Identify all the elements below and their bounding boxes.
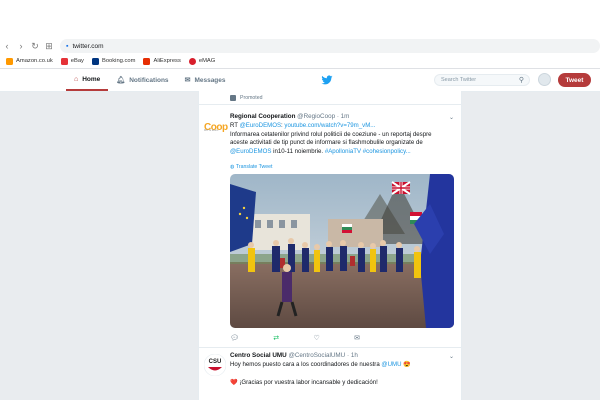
tweet-text: ❤️ ¡Gracias por vuestra labor incansable… xyxy=(230,379,378,386)
tab-messages[interactable]: ✉ Messages xyxy=(177,69,234,91)
url-text: twitter.com xyxy=(72,42,104,50)
tweet-header: Centro Social UMU @CentroSocialUMU · 1h xyxy=(230,352,358,359)
mention-link[interactable]: @UMU xyxy=(381,361,401,368)
smiling-face-hearts-emoji: 😍 xyxy=(401,361,411,368)
bookmark-aliexpress[interactable]: AliExpress xyxy=(143,57,181,65)
tweet-header: Regional Cooperation @RegioCoop · 1m xyxy=(230,113,349,120)
divider xyxy=(199,104,461,105)
twitter-header: ⌂ Home 🔔︎ Notifications ✉ Messages Searc… xyxy=(0,69,600,92)
bookmark-label: eBay xyxy=(70,58,84,64)
bookmark-ebay[interactable]: eBay xyxy=(60,57,84,65)
booking-icon xyxy=(91,57,99,65)
reply-icon[interactable]: 💬︎ xyxy=(230,334,239,343)
url-link[interactable]: youtube.com/watch?v=79m_vM... xyxy=(284,122,375,129)
bookmark-label: AliExpress xyxy=(153,58,181,64)
avatar[interactable]: CSU xyxy=(204,354,226,376)
lock-icon: ▪ xyxy=(66,42,69,50)
tweet-text-segment: aceste activitati de tip punct de inform… xyxy=(230,139,423,147)
forward-icon[interactable]: › xyxy=(14,41,28,51)
bookmark-emag[interactable]: eMAG xyxy=(188,57,216,65)
amazon-icon xyxy=(6,57,13,65)
tweet-author-name[interactable]: Regional Cooperation xyxy=(230,113,295,120)
promoted-icon xyxy=(230,95,236,101)
share-icon[interactable]: ✉ xyxy=(354,334,360,343)
tab-label: Home xyxy=(82,75,101,83)
bookmark-amazon[interactable]: Amazon.co.uk xyxy=(6,57,53,65)
user-avatar[interactable] xyxy=(538,73,551,86)
primary-nav: ⌂ Home 🔔︎ Notifications ✉ Messages xyxy=(66,69,234,91)
tab-label: Messages xyxy=(194,76,226,84)
search-input[interactable]: Search Twitter ⚲ xyxy=(434,74,530,86)
browser-toolbar: ‹ › ↻ ⊞ ▪ twitter.com xyxy=(0,38,600,54)
address-bar[interactable]: ▪ twitter.com xyxy=(60,39,600,53)
envelope-icon: ✉ xyxy=(184,77,191,84)
bookmark-label: Booking.com xyxy=(101,58,136,64)
tweet-text-segment: RT xyxy=(230,122,240,129)
search-placeholder: Search Twitter xyxy=(441,77,477,83)
tweet-text-segment: Informarea cetatenilor privind rolul pol… xyxy=(230,130,432,138)
tweet-author-handle[interactable]: @CentroSocialUMU · 1h xyxy=(288,352,357,359)
mention-link[interactable]: @EuroDEMOS xyxy=(230,148,271,155)
back-icon[interactable]: ‹ xyxy=(0,41,14,51)
tweet-actions: 💬︎ ⇄ ♡ ✉ xyxy=(230,334,360,343)
mention-link[interactable]: @EuroDEMOS xyxy=(240,122,281,129)
tab-notifications[interactable]: 🔔︎ Notifications xyxy=(108,69,176,91)
twitter-bird-icon[interactable] xyxy=(321,74,333,86)
tweet-photo[interactable] xyxy=(230,174,454,328)
reload-icon[interactable]: ↻ xyxy=(28,41,42,52)
avatar[interactable]: Coop RC & Euro xyxy=(204,117,228,133)
home-icon: ⌂ xyxy=(74,75,79,83)
tweet-text: Hoy hemos puesto cara a los coordinadore… xyxy=(230,361,411,368)
emag-icon xyxy=(188,57,196,65)
promoted-label: Promoted xyxy=(240,95,263,101)
tweet-text-segment: Hoy hemos puesto cara a los coordinadore… xyxy=(230,361,382,368)
tweet-text-segment: in10-11 noiembrie. xyxy=(271,148,325,156)
ebay-icon xyxy=(60,57,68,65)
bookmark-label: eMAG xyxy=(198,58,216,64)
tweet-button[interactable]: Tweet xyxy=(558,73,591,87)
bookmarks-bar: Amazon.co.uk eBay Booking.com AliExpress… xyxy=(0,54,600,69)
bookmark-label: Amazon.co.uk xyxy=(16,58,53,64)
apps-grid-icon[interactable]: ⊞ xyxy=(42,41,56,52)
tab-home[interactable]: ⌂ Home xyxy=(66,69,109,91)
tweet-text-segment: ¡Gracias por vuestra labor incansable y … xyxy=(239,379,378,386)
like-icon[interactable]: ♡ xyxy=(313,334,319,343)
tab-label: Notifications xyxy=(129,76,169,84)
retweet-icon[interactable]: ⇄ xyxy=(273,334,279,343)
search-icon[interactable]: ⚲ xyxy=(519,76,524,84)
aliexpress-icon xyxy=(143,57,151,65)
tweet-text: RT @EuroDEMOS: youtube.com/watch?v=79m_v… xyxy=(230,122,454,157)
tweet-author-name[interactable]: Centro Social UMU xyxy=(230,352,287,359)
avatar-logo-subtext: RC & Euro xyxy=(204,128,219,132)
chevron-down-icon[interactable]: ⌄ xyxy=(449,353,454,360)
browser-tab-strip xyxy=(0,0,600,39)
tweet-author-handle[interactable]: @RegioCoop · 1m xyxy=(297,113,349,120)
heart-emoji: ❤️ xyxy=(230,379,238,386)
hashtag-link[interactable]: #ApolloniaTV #cohesionpolicy... xyxy=(325,148,411,155)
chevron-down-icon[interactable]: ⌄ xyxy=(449,114,454,121)
timeline: Promoted Coop RC & Euro Regional Coopera… xyxy=(198,91,462,400)
bell-icon: 🔔︎ xyxy=(116,77,126,84)
translate-tweet-link[interactable]: ◍ Translate Tweet xyxy=(230,164,273,170)
avatar-logo-text: CSU xyxy=(209,359,222,365)
translate-label: Translate Tweet xyxy=(235,164,273,170)
divider xyxy=(199,347,461,348)
bookmark-booking[interactable]: Booking.com xyxy=(91,57,136,65)
promoted-indicator: Promoted xyxy=(230,95,263,101)
